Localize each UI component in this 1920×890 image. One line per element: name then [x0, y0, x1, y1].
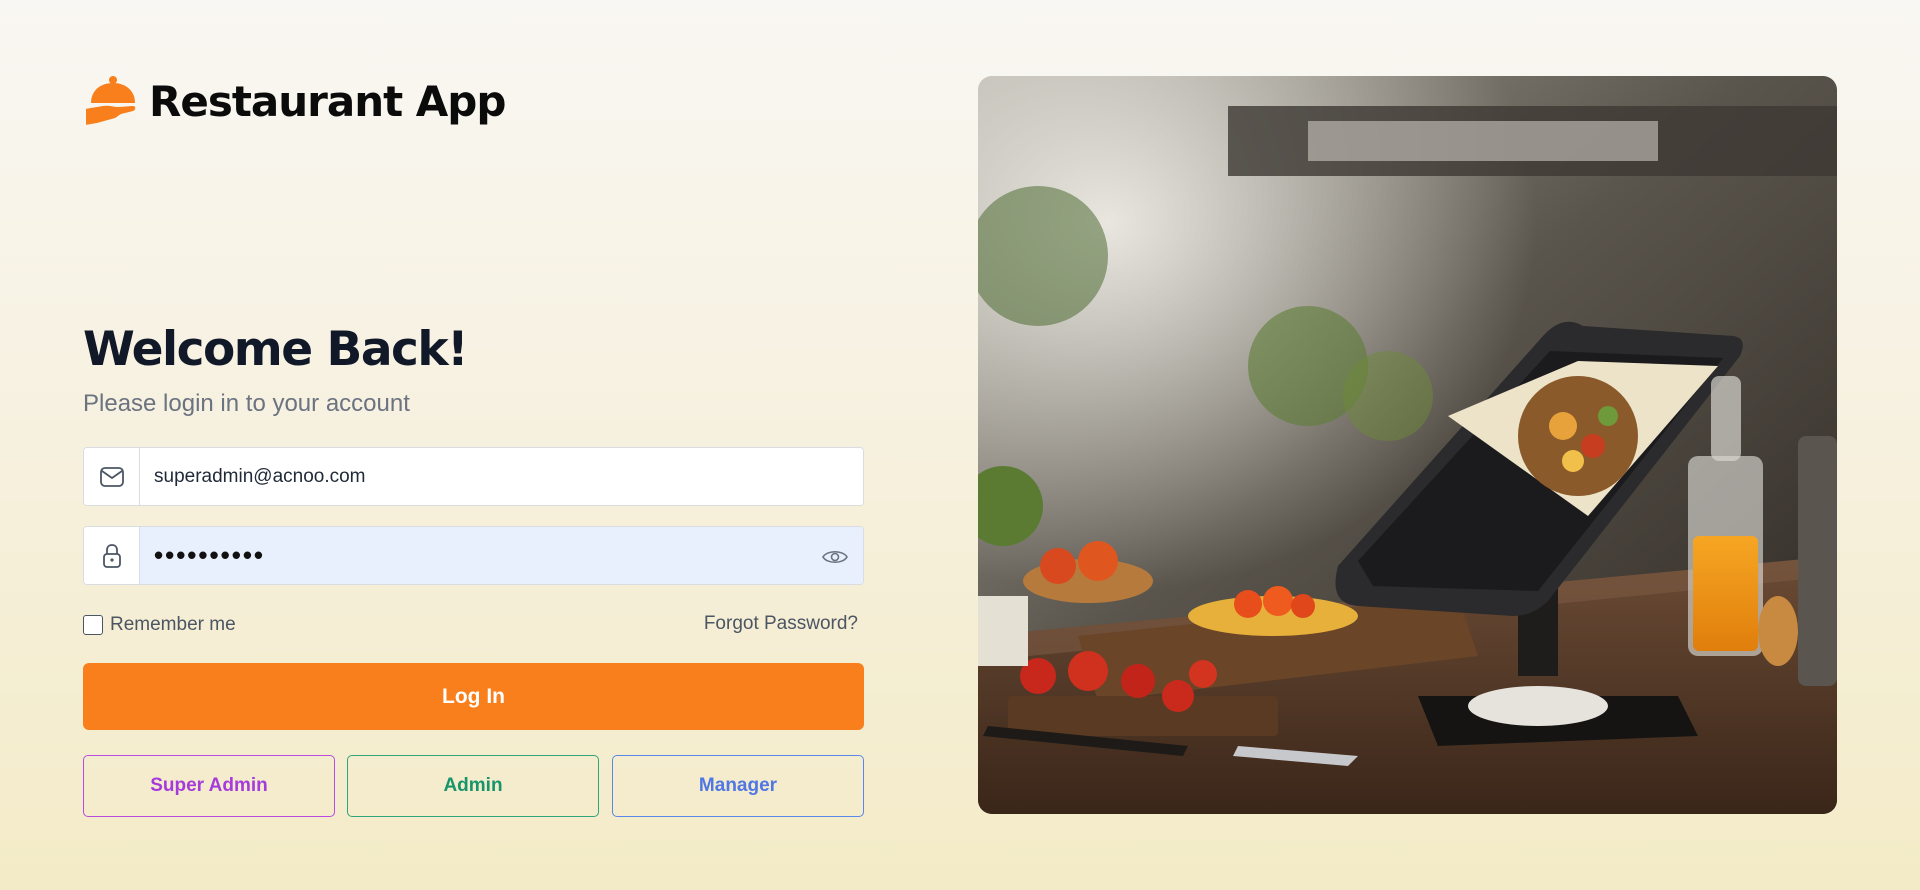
page-subtitle: Please login in to your account	[83, 390, 410, 417]
email-field[interactable]: superadmin@acnoo.com	[83, 447, 864, 506]
forgot-password-link[interactable]: Forgot Password?	[704, 613, 858, 635]
brand-name: Restaurant App	[149, 76, 506, 126]
page-title: Welcome Back!	[83, 322, 469, 377]
remember-me[interactable]: Remember me	[83, 614, 236, 636]
password-input[interactable]: ••••••••••	[140, 527, 863, 584]
login-button[interactable]: Log In	[83, 663, 864, 730]
remember-label: Remember me	[110, 614, 236, 635]
password-field[interactable]: ••••••••••	[83, 526, 864, 585]
email-input[interactable]: superadmin@acnoo.com	[140, 448, 863, 505]
serving-cloche-icon	[84, 76, 136, 125]
super-admin-button[interactable]: Super Admin	[83, 755, 335, 817]
manager-button[interactable]: Manager	[612, 755, 864, 817]
brand: Restaurant App	[83, 70, 506, 132]
envelope-icon	[84, 448, 140, 505]
lock-icon	[84, 527, 140, 584]
eye-icon[interactable]	[821, 543, 849, 571]
admin-button[interactable]: Admin	[347, 755, 599, 817]
remember-checkbox[interactable]	[83, 615, 103, 635]
hero-image	[978, 76, 1837, 814]
